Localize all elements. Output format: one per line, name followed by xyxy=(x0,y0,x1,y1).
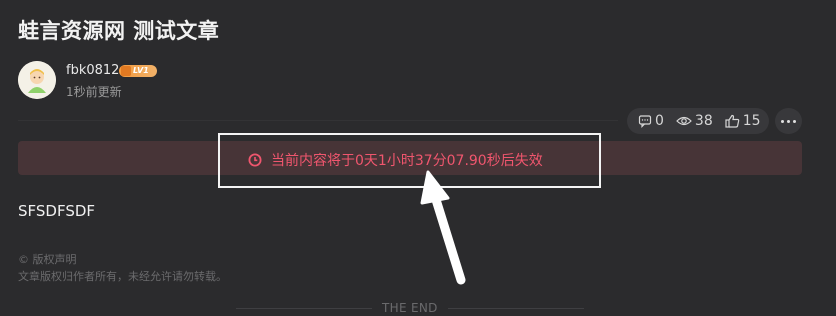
article-title: 蛙言资源网 测试文章 xyxy=(18,19,220,43)
level-icon xyxy=(121,66,131,76)
level-badge: LV1 xyxy=(119,65,157,77)
header-divider xyxy=(18,120,618,121)
the-end-label: THE END xyxy=(382,301,438,315)
more-icon-dot xyxy=(793,119,796,123)
views-count: 38 xyxy=(694,113,713,129)
updated-time: 1秒前更新 xyxy=(66,85,122,99)
likes-count: 15 xyxy=(742,113,761,129)
avatar[interactable] xyxy=(18,61,56,99)
level-label: LV1 xyxy=(133,66,149,75)
author-info: fbk0812 LV1 1秒前更新 xyxy=(18,61,418,101)
expiry-notice-text: 当前内容将于0天1小时37分07.90秒后失效 xyxy=(271,153,543,169)
article-content: SFSDFSDF xyxy=(18,202,96,220)
thumbs-up-icon xyxy=(725,114,740,128)
copyright-body: 文章版权归作者所有，未经允许请勿转载。 xyxy=(18,270,227,283)
clock-icon xyxy=(248,153,262,167)
comments-stat[interactable]: 0 xyxy=(638,113,664,129)
avatar-image xyxy=(18,61,56,99)
end-divider-right xyxy=(448,308,584,309)
more-icon-dot xyxy=(781,119,784,123)
comments-count: 0 xyxy=(655,113,664,129)
copyright-title: © 版权声明 xyxy=(18,253,77,266)
comment-icon xyxy=(638,115,652,128)
author-name[interactable]: fbk0812 xyxy=(66,63,119,78)
stats-bar: 0 38 15 xyxy=(627,108,769,134)
expiry-notice: 当前内容将于0天1小时37分07.90秒后失效 xyxy=(248,150,543,170)
likes-stat[interactable]: 15 xyxy=(725,113,761,129)
end-divider-left xyxy=(236,308,372,309)
more-icon-dot xyxy=(787,119,790,123)
eye-icon xyxy=(676,116,692,126)
more-button[interactable] xyxy=(775,108,802,134)
article-page: 蛙言资源网 测试文章 fbk0812 LV1 1秒前更新 0 38 15 当前内… xyxy=(0,0,836,316)
views-stat: 38 xyxy=(676,113,713,129)
